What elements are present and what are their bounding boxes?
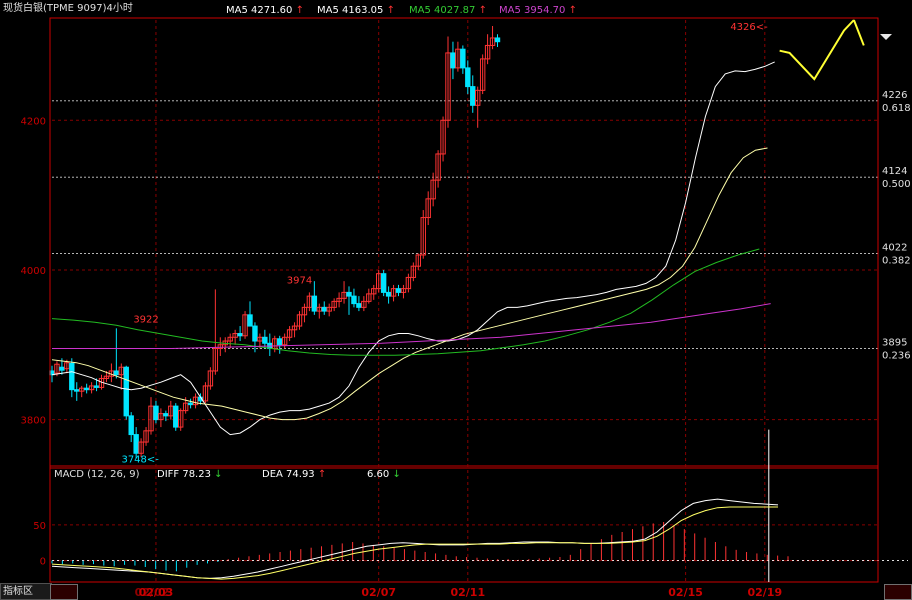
date-tick-label: 02/15: [668, 586, 703, 599]
candle-body-down: [237, 333, 243, 337]
moving-averages: [51, 19, 865, 436]
fibonacci-levels: 4226 0.618 4124 0.500 4022 0.382 3895 0.236: [52, 90, 911, 362]
chart-title: 现货白银(TPME 9097)4小时: [3, 3, 133, 14]
chart-canvas: 4226 0.618 4124 0.500 4022 0.382 3895 0.236 392…: [21, 17, 911, 599]
fib-level-price: 3895: [882, 338, 907, 349]
candle-body-down: [133, 434, 139, 454]
candle-body-down: [252, 325, 258, 342]
macd-legend-dea: DEA 74.93 ↑: [262, 469, 327, 480]
date-tick-label: 02/11: [450, 586, 485, 599]
fib-level-price: 4124: [882, 166, 907, 177]
fib-level-price: 4022: [882, 242, 907, 253]
ma-legend-4: MA5 3954.70 ↑: [499, 5, 577, 16]
fib-level-price: 4226: [882, 90, 907, 101]
candle-body-down: [262, 336, 268, 344]
candle-body-down: [187, 402, 194, 406]
candle-body-down: [59, 366, 65, 371]
candle-body-down: [395, 288, 402, 293]
price-annotation: 3748<-: [121, 455, 159, 466]
macd-legend-name: MACD (12, 26, 9): [54, 469, 140, 480]
candle-body-down: [321, 306, 327, 312]
candle-body-down: [123, 366, 129, 417]
fib-level-ratio: 0.382: [882, 255, 911, 266]
candle-body-down: [351, 295, 357, 305]
candle-body-down: [128, 415, 134, 436]
candle-body-down: [470, 86, 476, 106]
date-tick-label: 02/07: [361, 586, 396, 599]
fib-level-ratio: 0.236: [882, 351, 911, 362]
candle-body-down: [380, 273, 387, 293]
candle-body-down: [247, 314, 253, 327]
candle-body-down: [311, 295, 318, 312]
candle-body-down: [460, 48, 466, 69]
macd-legend-diff: DIFF 78.23 ↓: [157, 469, 223, 480]
candle-body-down: [450, 52, 456, 69]
fib-level-ratio: 0.618: [882, 103, 911, 114]
price-annotation: 3974: [287, 275, 312, 286]
candle-body-down: [69, 362, 75, 391]
ma-legend-3: MA5 4027.87 ↑: [409, 5, 487, 16]
candle-body-down: [163, 413, 169, 417]
ma5-white-line: [51, 61, 775, 436]
macd-diff-line: [51, 498, 779, 579]
candle-body-down: [277, 338, 283, 346]
macd-tick-label: 0: [40, 557, 46, 568]
candle-body-down: [465, 67, 471, 88]
forecast-zigzag: [779, 19, 855, 81]
price-annotation: 3922: [133, 314, 158, 325]
fib-level-ratio: 0.500: [882, 179, 911, 190]
candle-body-down: [93, 385, 100, 388]
price-axis: 3800 4000 4200 0 50: [21, 20, 879, 582]
ma-green-line: [51, 248, 760, 356]
annotations: 3922 3974 3748<- 4326<-: [121, 22, 770, 582]
macd-legend-value: 6.60 ↓: [367, 469, 401, 480]
date-tick-label: 02/02: [135, 586, 170, 599]
price-tick-label: 3800: [21, 416, 46, 427]
candle-body-down: [385, 291, 392, 297]
price-panel-frame: [49, 17, 879, 469]
date-tick-label: 02/19: [747, 586, 782, 599]
indicator-tab[interactable]: 指标区: [0, 583, 52, 600]
price-tick-label: 4200: [21, 116, 46, 127]
price-tick-label: 4000: [21, 266, 46, 277]
candle-body-down: [356, 303, 362, 308]
chart-grid: [49, 17, 879, 583]
macd-tick-label: 50: [33, 521, 46, 532]
ma-yellow-line: [51, 147, 768, 421]
candle-body-down: [113, 370, 120, 376]
date-axis: 02/0302/02 02/07 02/11 02/15 02/19: [135, 586, 782, 599]
candle-body-down: [346, 291, 352, 297]
collapse-arrow-icon[interactable]: [880, 34, 892, 40]
ma-legend-1: MA5 4271.60 ↑: [226, 5, 304, 16]
forecast-zigzag-tail: [852, 19, 865, 46]
scroll-right-button[interactable]: [884, 584, 912, 600]
price-annotation: 4326<-: [730, 22, 768, 33]
candle-body-down: [153, 405, 159, 421]
ma-legend-2: MA5 4163.05 ↑: [317, 5, 395, 16]
candle-body-down: [74, 389, 80, 392]
candle-body-down: [83, 387, 90, 391]
candle-body-down: [494, 37, 501, 43]
macd-panel: [51, 498, 908, 580]
ma-magenta-line: [52, 303, 771, 349]
candles: [49, 25, 501, 459]
candle-body-down: [173, 405, 179, 428]
macd-panel-frame: [49, 465, 879, 583]
scroll-left-button[interactable]: [50, 584, 78, 600]
